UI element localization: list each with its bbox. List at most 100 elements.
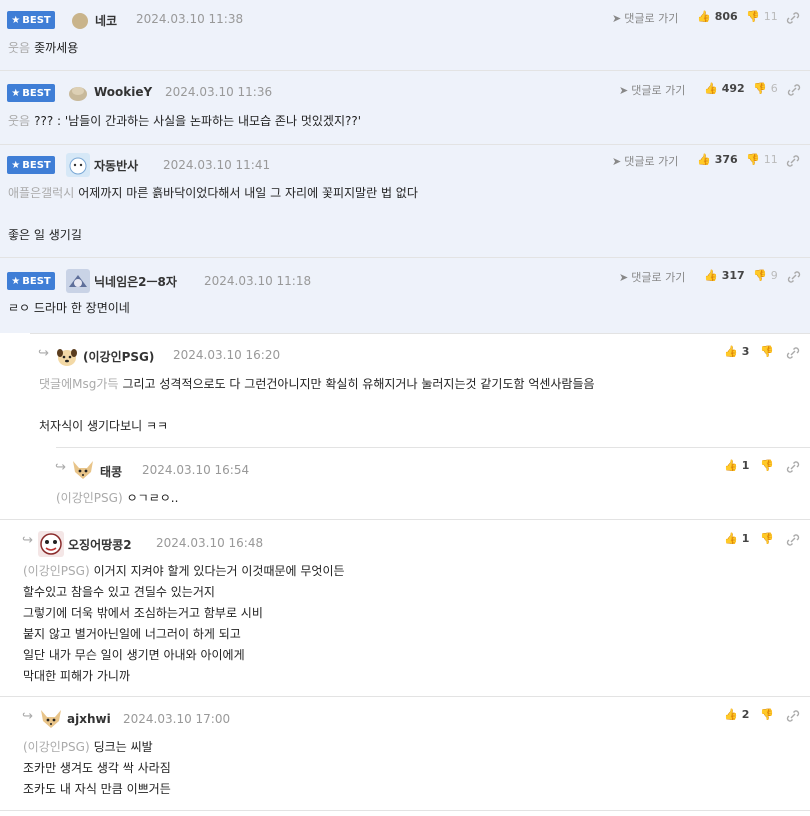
avatar[interactable]: [66, 153, 90, 177]
nickname[interactable]: (이강인PSG): [83, 348, 154, 365]
star-icon: ★: [11, 87, 21, 99]
thumbs-up-icon: 👍: [724, 345, 738, 358]
star-icon: ★: [11, 14, 21, 26]
nickname[interactable]: 오징어땅콩2: [68, 536, 132, 553]
downvote-button[interactable]: 👎: [760, 345, 774, 358]
thumbs-down-icon: 👎: [760, 345, 774, 358]
thumbs-down-icon: 👎: [760, 532, 774, 545]
downvote-button[interactable]: 👎 11: [746, 153, 778, 166]
link-icon[interactable]: [786, 460, 800, 474]
nickname[interactable]: ajxhwi: [67, 712, 111, 726]
reply-link[interactable]: ➤ 댓글로 가기: [612, 153, 678, 169]
avatar[interactable]: [38, 531, 64, 557]
thumbs-up-icon: 👍: [724, 459, 738, 472]
reply-link[interactable]: ➤ 댓글로 가기: [619, 269, 685, 285]
best-badge: ★ BEST: [7, 11, 55, 29]
upvote-button[interactable]: 👍 1: [724, 459, 749, 472]
nickname[interactable]: 태콩: [100, 463, 122, 480]
upvote-button[interactable]: 👍 3: [724, 345, 749, 358]
comment-text: 댓글에Msg가득 그리고 성격적으로도 다 그런건아니지만 확실히 유해지거나 눌…: [39, 377, 595, 433]
thumbs-up-icon: 👍: [697, 153, 711, 166]
comment-text: (이강인PSG) 딩크는 씨발 조카만 생겨도 생각 싹 사라짐 조카도 내 자식…: [23, 740, 171, 796]
thumbs-up-icon: 👍: [704, 82, 718, 95]
upvote-button[interactable]: 👍 806: [697, 10, 738, 23]
reply-link[interactable]: ➤ 댓글로 가기: [619, 82, 685, 98]
avatar[interactable]: [71, 458, 95, 482]
star-icon: ★: [11, 159, 21, 171]
avatar[interactable]: [68, 83, 88, 103]
thumbs-down-icon: 👎: [746, 153, 760, 166]
comment-text: (이강인PSG) 이거지 지켜야 할게 있다는거 이것때문에 무엇이든 할수있고 …: [23, 564, 345, 683]
downvote-button[interactable]: 👎: [760, 532, 774, 545]
comment-text: ㄹㅇ 드라마 한 장면이네: [8, 301, 130, 315]
timestamp: 2024.03.10 17:00: [123, 712, 231, 726]
timestamp: 2024.03.10 11:36: [165, 85, 273, 99]
downvote-button[interactable]: 👎 9: [753, 269, 778, 282]
link-icon[interactable]: [786, 533, 800, 547]
downvote-button[interactable]: 👎: [760, 459, 774, 472]
nickname[interactable]: 네코: [95, 12, 117, 29]
downvote-button[interactable]: 👎 11: [746, 10, 778, 23]
best-badge: ★ BEST: [7, 272, 55, 290]
user-tag: 댓글에Msg가득: [39, 377, 119, 391]
reply-comment: ↪ 오징어땅콩2 2024.03.10 16:48 👍 1 👎 (이강인PSG) 이…: [0, 521, 810, 697]
reply-comment: ↪ (이강인PSG) 2024.03.10 16:20 👍 3 👎 댓글에Msg가…: [0, 334, 810, 448]
avatar[interactable]: [39, 707, 63, 731]
user-tag: 웃음: [8, 114, 31, 128]
upvote-button[interactable]: 👍 317: [704, 269, 745, 282]
thumbs-down-icon: 👎: [760, 459, 774, 472]
thumbs-down-icon: 👎: [746, 10, 760, 23]
link-icon[interactable]: [786, 709, 800, 723]
reply-arrow-icon: ↪: [38, 346, 49, 361]
nickname[interactable]: 자동반사: [94, 157, 138, 174]
reply-comment: ↪ ajxhwi 2024.03.10 17:00 👍 2 👎 (이강인PSG) 딩…: [0, 697, 810, 811]
thumbs-up-icon: 👍: [724, 532, 738, 545]
user-tag: (이강인PSG): [23, 740, 90, 754]
thumbs-up-icon: 👍: [697, 10, 711, 23]
user-tag: 애플은갤럭시: [8, 186, 75, 200]
user-tag: (이강인PSG): [23, 564, 90, 578]
link-icon[interactable]: [786, 11, 800, 25]
comment-text: 웃음??? : '남들이 간과하는 사실을 논파하는 내모습 존나 멋있겠지??…: [8, 114, 362, 128]
star-icon: ★: [11, 275, 21, 287]
best-badge: ★ BEST: [7, 156, 55, 174]
timestamp: 2024.03.10 16:20: [173, 348, 281, 362]
link-icon[interactable]: [786, 346, 800, 360]
thumbs-down-icon: 👎: [753, 269, 767, 282]
best-badge: ★ BEST: [7, 84, 55, 102]
timestamp: 2024.03.10 11:38: [136, 12, 244, 26]
paper-plane-icon: ➤: [612, 11, 622, 25]
nickname[interactable]: WookieY: [94, 85, 152, 99]
best-comment: ★ BEST 네코 2024.03.10 11:38 ➤ 댓글로 가기 👍 806 👎…: [0, 0, 810, 71]
paper-plane-icon: ➤: [619, 270, 629, 284]
nickname[interactable]: 닉네임은2ㅡ8자: [94, 273, 177, 290]
best-comment: ★ BEST WookieY 2024.03.10 11:36 ➤ 댓글로 가기 👍…: [0, 71, 810, 145]
downvote-button[interactable]: 👎: [760, 708, 774, 721]
reply-arrow-icon: ↪: [55, 460, 66, 475]
best-comment: ★ BEST 닉네임은2ㅡ8자 2024.03.10 11:18 ➤ 댓글로 가기 …: [0, 258, 810, 333]
downvote-button[interactable]: 👎 6: [753, 82, 778, 95]
link-icon[interactable]: [786, 154, 800, 168]
timestamp: 2024.03.10 11:18: [204, 274, 312, 288]
upvote-button[interactable]: 👍 2: [724, 708, 749, 721]
comment-text: 웃음 좆까세용: [8, 41, 79, 55]
avatar[interactable]: [66, 269, 90, 293]
paper-plane-icon: ➤: [612, 154, 622, 168]
thumbs-up-icon: 👍: [704, 269, 718, 282]
paper-plane-icon: ➤: [619, 83, 629, 97]
timestamp: 2024.03.10 16:48: [156, 536, 264, 550]
reply-arrow-icon: ↪: [22, 533, 33, 548]
avatar[interactable]: [70, 11, 90, 31]
upvote-button[interactable]: 👍 492: [704, 82, 745, 95]
thumbs-down-icon: 👎: [760, 708, 774, 721]
timestamp: 2024.03.10 16:54: [142, 463, 250, 477]
user-tag: 웃음: [8, 41, 31, 55]
comment-text: 애플은갤럭시 어제까지 마른 흙바닥이었다해서 내일 그 자리에 꽃피지말란 법 …: [8, 186, 418, 242]
link-icon[interactable]: [787, 83, 801, 97]
link-icon[interactable]: [787, 270, 801, 284]
timestamp: 2024.03.10 11:41: [163, 158, 271, 172]
avatar[interactable]: [56, 346, 78, 368]
reply-link[interactable]: ➤ 댓글로 가기: [612, 10, 678, 26]
upvote-button[interactable]: 👍 376: [697, 153, 738, 166]
upvote-button[interactable]: 👍 1: [724, 532, 749, 545]
